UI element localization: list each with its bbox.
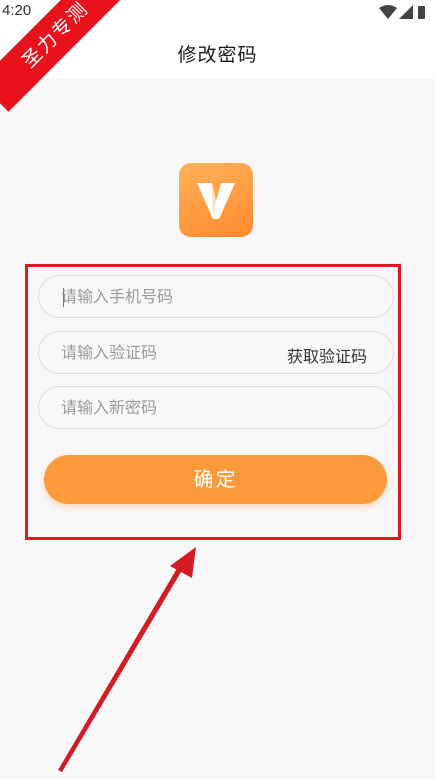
signal-icon	[399, 5, 413, 19]
wifi-icon	[379, 5, 397, 19]
get-code-button[interactable]: 获取验证码	[287, 343, 367, 367]
verification-code-input[interactable]	[61, 332, 261, 373]
status-time: 4:20	[2, 2, 32, 19]
phone-field[interactable]	[38, 275, 394, 318]
new-password-field[interactable]	[38, 386, 394, 429]
battery-icon	[418, 6, 425, 19]
new-password-input[interactable]	[61, 387, 261, 428]
status-icons	[377, 4, 427, 20]
app-logo-icon	[179, 163, 253, 237]
verification-code-field[interactable]: 获取验证码	[38, 331, 394, 374]
phone-input[interactable]	[61, 276, 261, 317]
confirm-button[interactable]: 确定	[44, 455, 387, 504]
